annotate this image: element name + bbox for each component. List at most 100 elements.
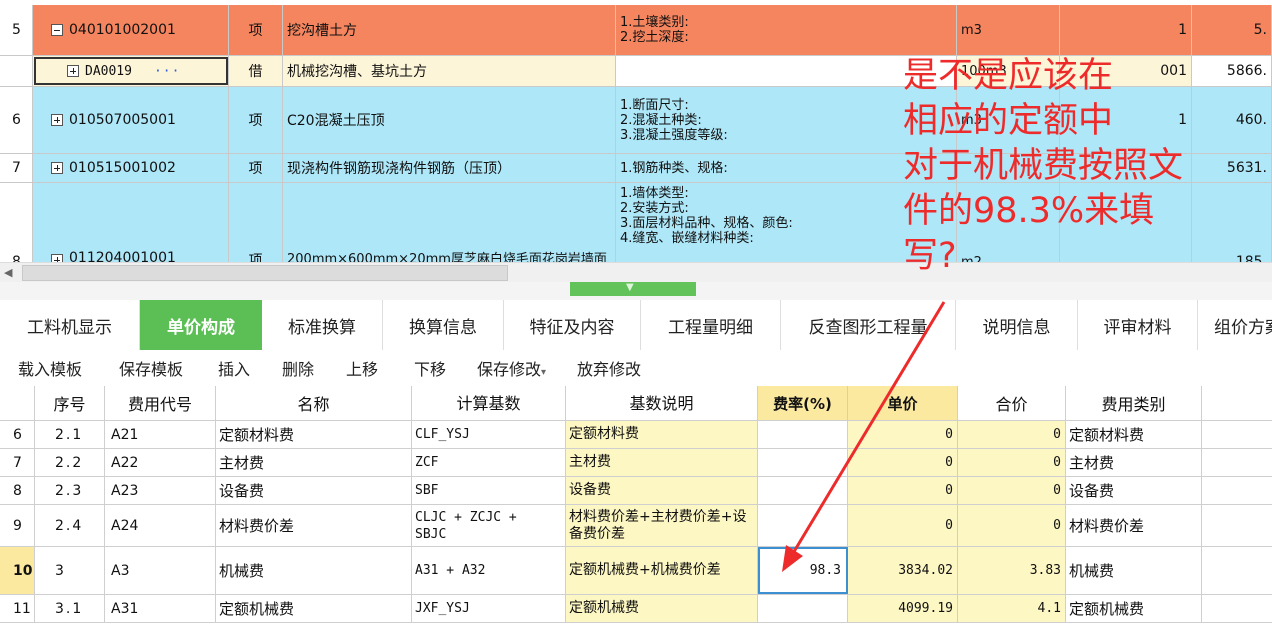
item-code[interactable]: 040101002001 bbox=[33, 5, 229, 55]
fee-code[interactable]: A22 bbox=[105, 449, 216, 476]
fee-type[interactable]: 定额材料费 bbox=[1066, 421, 1202, 448]
tab-0[interactable]: 工料机显示 bbox=[0, 300, 140, 350]
unit-price-cell[interactable]: 3834.02 bbox=[848, 547, 958, 594]
item-code[interactable]: 010515001002 bbox=[33, 154, 229, 182]
column-header[interactable] bbox=[1202, 386, 1272, 420]
bill-row[interactable]: 5 040101002001 项挖沟槽土方 1.土壤类别: 2.挖土深度: m3 1 5. bbox=[0, 5, 1272, 56]
column-header[interactable]: 费率(%) bbox=[758, 386, 848, 420]
column-header[interactable]: 基数说明 bbox=[566, 386, 758, 420]
fee-name[interactable]: 机械费 bbox=[216, 547, 412, 594]
panel-splitter[interactable]: ▼ bbox=[0, 282, 1272, 300]
item-code[interactable]: 011204001001 bbox=[33, 183, 229, 262]
table-row[interactable]: 11 3.1 A31 定额机械费 JXF_YSJ 定额机械费 4099.19 4.1 定额机械费 bbox=[0, 595, 1272, 623]
tab-2[interactable]: 标准换算 bbox=[262, 300, 383, 350]
sequence[interactable]: 3.1 bbox=[35, 595, 105, 622]
table-row[interactable]: 9 2.4 A24 材料费价差 CLJC + ZCJC + SBJC 材料费价差+主材费价… bbox=[0, 505, 1272, 547]
rate-cell[interactable] bbox=[758, 595, 848, 622]
tab-7[interactable]: 说明信息 bbox=[956, 300, 1078, 350]
base-description[interactable]: 定额机械费+机械费价差 bbox=[566, 547, 758, 594]
item-code[interactable]: 010507005001 bbox=[33, 87, 229, 153]
delete-button[interactable]: 删除 bbox=[282, 356, 314, 380]
tab-9[interactable]: 组价方案 bbox=[1198, 300, 1272, 350]
rate-cell[interactable] bbox=[758, 505, 848, 546]
column-header[interactable]: 费用类别 bbox=[1066, 386, 1202, 420]
sequence[interactable]: 2.1 bbox=[35, 421, 105, 448]
unit-price-cell[interactable]: 4099.19 bbox=[848, 595, 958, 622]
base-description[interactable]: 定额机械费 bbox=[566, 595, 758, 622]
tab-4[interactable]: 特征及内容 bbox=[504, 300, 641, 350]
unit-price-cell[interactable]: 0 bbox=[848, 449, 958, 476]
column-header[interactable]: 序号 bbox=[35, 386, 105, 420]
save-template-button[interactable]: 保存模板 bbox=[119, 356, 183, 380]
fee-name[interactable]: 定额机械费 bbox=[216, 595, 412, 622]
calc-base[interactable]: CLF_YSJ bbox=[412, 421, 566, 448]
table-row[interactable]: 10 3 A3 机械费 A31 + A32 定额机械费+机械费价差 98.3 3834.02 3… bbox=[0, 547, 1272, 595]
total-cell[interactable]: 0 bbox=[958, 421, 1066, 448]
fee-code[interactable]: A24 bbox=[105, 505, 216, 546]
load-template-button[interactable]: 载入模板 bbox=[18, 356, 82, 380]
calc-base[interactable]: A31 + A32 bbox=[412, 547, 566, 594]
tab-3[interactable]: 换算信息 bbox=[383, 300, 504, 350]
expand-icon[interactable] bbox=[51, 114, 63, 126]
scroll-left-icon[interactable]: ◀ bbox=[4, 266, 12, 279]
tab-1[interactable]: 单价构成 bbox=[140, 300, 262, 350]
collapse-icon[interactable] bbox=[51, 24, 63, 36]
fee-type[interactable]: 定额机械费 bbox=[1066, 595, 1202, 622]
unit-price-cell[interactable]: 0 bbox=[848, 421, 958, 448]
total-cell[interactable]: 0 bbox=[958, 505, 1066, 546]
fee-type[interactable]: 主材费 bbox=[1066, 449, 1202, 476]
fee-code[interactable]: A31 bbox=[105, 595, 216, 622]
fee-name[interactable]: 设备费 bbox=[216, 477, 412, 504]
scrollbar-thumb[interactable] bbox=[22, 265, 508, 281]
expand-icon[interactable] bbox=[67, 65, 79, 77]
expand-icon[interactable] bbox=[51, 162, 63, 174]
sequence[interactable]: 2.2 bbox=[35, 449, 105, 476]
sequence[interactable]: 2.4 bbox=[35, 505, 105, 546]
fee-name[interactable]: 材料费价差 bbox=[216, 505, 412, 546]
discard-changes-button[interactable]: 放弃修改 bbox=[577, 356, 641, 380]
tab-5[interactable]: 工程量明细 bbox=[641, 300, 781, 350]
unit-price-cell[interactable]: 0 bbox=[848, 505, 958, 546]
rate-cell[interactable] bbox=[758, 449, 848, 476]
calc-base[interactable]: SBF bbox=[412, 477, 566, 504]
tab-8[interactable]: 评审材料 bbox=[1078, 300, 1198, 350]
base-description[interactable]: 材料费价差+主材费价差+设备费价差 bbox=[566, 505, 758, 546]
rate-cell[interactable] bbox=[758, 421, 848, 448]
insert-button[interactable]: 插入 bbox=[218, 356, 250, 380]
tab-6[interactable]: 反查图形工程量 bbox=[781, 300, 956, 350]
fee-type[interactable]: 设备费 bbox=[1066, 477, 1202, 504]
table-row[interactable]: 6 2.1 A21 定额材料费 CLF_YSJ 定额材料费 0 0 定额材料费 bbox=[0, 421, 1272, 449]
fee-type[interactable]: 机械费 bbox=[1066, 547, 1202, 594]
save-changes-button[interactable]: 保存修改▾ bbox=[477, 356, 546, 380]
calc-base[interactable]: ZCF bbox=[412, 449, 566, 476]
fee-type[interactable]: 材料费价差 bbox=[1066, 505, 1202, 546]
table-row[interactable]: 8 2.3 A23 设备费 SBF 设备费 0 0 设备费 bbox=[0, 477, 1272, 505]
base-description[interactable]: 主材费 bbox=[566, 449, 758, 476]
fee-code[interactable]: A3 bbox=[105, 547, 216, 594]
column-header[interactable]: 名称 bbox=[216, 386, 412, 420]
table-row[interactable]: 7 2.2 A22 主材费 ZCF 主材费 0 0 主材费 bbox=[0, 449, 1272, 477]
column-header[interactable] bbox=[0, 386, 35, 420]
total-cell[interactable]: 0 bbox=[958, 477, 1066, 504]
fee-name[interactable]: 主材费 bbox=[216, 449, 412, 476]
splitter-handle[interactable]: ▼ bbox=[570, 282, 696, 296]
rate-cell[interactable] bbox=[758, 477, 848, 504]
move-up-button[interactable]: 上移 bbox=[346, 356, 378, 380]
column-header[interactable]: 计算基数 bbox=[412, 386, 566, 420]
base-description[interactable]: 设备费 bbox=[566, 477, 758, 504]
expand-icon[interactable] bbox=[51, 254, 63, 262]
total-cell[interactable]: 0 bbox=[958, 449, 1066, 476]
column-header[interactable]: 单价 bbox=[848, 386, 958, 420]
unit-price-cell[interactable]: 0 bbox=[848, 477, 958, 504]
rate-cell[interactable]: 98.3 bbox=[758, 547, 848, 594]
base-description[interactable]: 定额材料费 bbox=[566, 421, 758, 448]
total-cell[interactable]: 3.83 bbox=[958, 547, 1066, 594]
fee-name[interactable]: 定额材料费 bbox=[216, 421, 412, 448]
total-cell[interactable]: 4.1 bbox=[958, 595, 1066, 622]
calc-base[interactable]: JXF_YSJ bbox=[412, 595, 566, 622]
column-header[interactable]: 费用代号 bbox=[105, 386, 216, 420]
calc-base[interactable]: CLJC + ZCJC + SBJC bbox=[412, 505, 566, 546]
fee-code[interactable]: A21 bbox=[105, 421, 216, 448]
column-header[interactable]: 合价 bbox=[958, 386, 1066, 420]
fee-code[interactable]: A23 bbox=[105, 477, 216, 504]
